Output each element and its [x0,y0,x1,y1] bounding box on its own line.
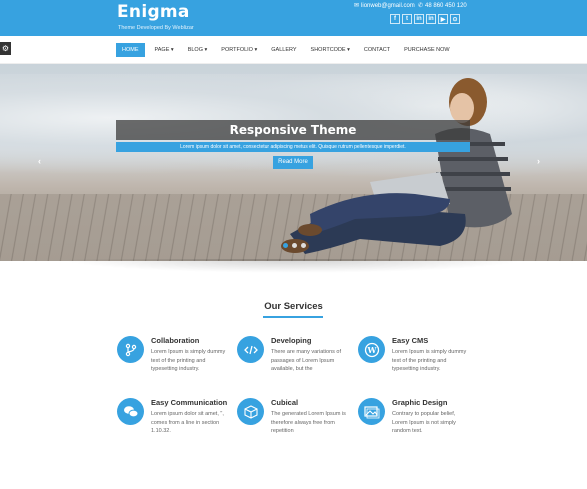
read-more-button[interactable]: Read More [273,156,313,169]
chat-bubbles-icon [117,398,144,425]
youtube-icon[interactable]: ▶ [438,14,448,24]
slider-shadow [60,259,527,273]
service-text: Contrary to popular belief, Lorem Ipsum … [392,411,456,434]
hero-slider: Responsive Theme Lorem ipsum dolor sit a… [0,64,587,261]
service-title[interactable]: Developing [271,336,311,345]
slider-dot-3[interactable] [301,243,306,248]
wordpress-icon: W [358,336,385,363]
nav-contact[interactable]: Contact [364,47,390,53]
email-contact[interactable]: ✉ lionweb@gmail.com [354,2,415,10]
top-header-bar: Enigma Theme Developed By Weblizar ✉ lio… [0,0,587,36]
service-title[interactable]: Cubical [271,398,298,407]
slider-prev-arrow-icon[interactable]: ‹ [38,156,41,166]
phone-text: 48 860 450 120 [425,2,467,9]
service-title[interactable]: Collaboration [151,336,199,345]
service-text: Lorem Ipsum is simply dummy text of the … [392,349,467,372]
phone-contact: ✆ 48 860 450 120 [418,2,467,10]
slide-subtitle: Lorem ipsum dolor sit amet, consectetur … [116,142,470,152]
nav-gallery[interactable]: Gallery [271,47,296,53]
social-links: f t in in ▶ ⊙ [390,14,460,24]
svg-text:W: W [366,345,377,355]
slider-pagination [283,243,306,248]
service-text: Lorem Ipsum is simply dummy text of the … [151,349,226,372]
services-heading: Our Services [264,301,323,312]
nav-purchase-now[interactable]: Purchase Now [404,47,450,53]
instagram-icon[interactable]: in [414,14,424,24]
instagram-alt-icon[interactable]: ⊙ [450,14,460,24]
nav-page[interactable]: Page ▾ [155,47,174,53]
image-gallery-icon [358,398,385,425]
site-title[interactable]: Enigma [117,2,190,22]
chevron-down-icon: ▾ [347,47,350,53]
service-text: There are many variations of passages of… [271,349,342,372]
slider-dot-1[interactable] [283,243,288,248]
service-text: Lorem ipsum dolor sit amet, ", comes fro… [151,411,224,434]
cube-icon [237,398,264,425]
service-title[interactable]: Graphic Design [392,398,447,407]
chevron-down-icon: ▾ [204,47,208,53]
code-icon [237,336,264,363]
phone-icon: ✆ [418,3,424,9]
envelope-icon: ✉ [354,3,360,9]
twitter-icon[interactable]: t [402,14,412,24]
collaboration-fork-icon [117,336,144,363]
chevron-down-icon: ▾ [170,47,174,53]
nav-portfolio[interactable]: Portfolio ▾ [221,47,257,53]
service-title[interactable]: Easy CMS [392,336,428,345]
nav-shortcode[interactable]: Shortcode ▾ [311,47,350,53]
slider-dot-2[interactable] [292,243,297,248]
slider-next-arrow-icon[interactable]: › [537,156,540,166]
service-text: The generated Lorem Ipsum is therefore a… [271,411,346,434]
nav-home[interactable]: Home [116,43,145,57]
main-navigation: Home Page ▾ Blog ▾ Portfolio ▾ Gallery S… [0,36,587,64]
linkedin-icon[interactable]: in [426,14,436,24]
site-tagline: Theme Developed By Weblizar [118,25,194,31]
slide-title: Responsive Theme [116,120,470,140]
email-text: lionweb@gmail.com [361,2,415,9]
chevron-down-icon: ▾ [254,47,258,53]
services-heading-underline [263,316,323,318]
service-title[interactable]: Easy Communication [151,398,227,407]
nav-blog[interactable]: Blog ▾ [188,47,208,53]
settings-gear-icon[interactable]: ⚙ [0,42,11,55]
facebook-icon[interactable]: f [390,14,400,24]
